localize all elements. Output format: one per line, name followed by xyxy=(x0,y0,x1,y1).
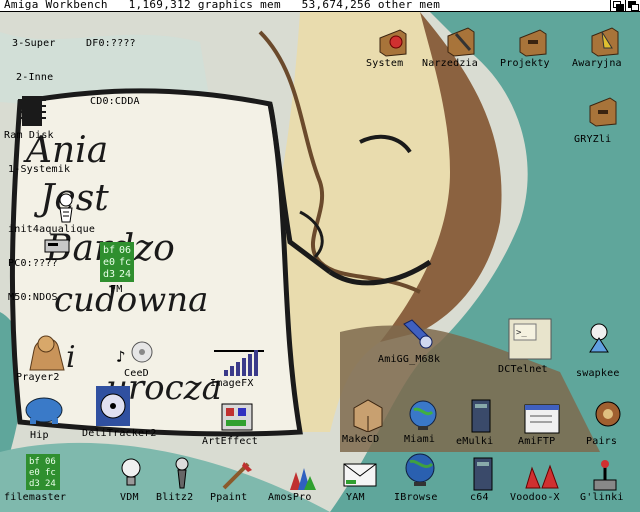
svg-text:♪: ♪ xyxy=(116,347,126,366)
icon-label-dctelnet[interactable]: DCTelnet xyxy=(498,364,548,375)
icon-label-swapkee[interactable]: swapkee xyxy=(576,368,620,379)
makecd-box-icon[interactable] xyxy=(352,398,384,432)
awaryjna-drawer-icon[interactable] xyxy=(590,26,620,58)
filemaster-hex-3: e0 xyxy=(29,468,40,478)
title-bar-text: Amiga Workbench 1,169,312 graphics mem 5… xyxy=(4,0,441,11)
amospro-icon[interactable] xyxy=(286,464,316,492)
icon-label-ceed[interactable]: CeeD xyxy=(124,368,149,379)
icon-label-system[interactable]: System xyxy=(366,58,403,69)
icon-label-m50[interactable]: M50:NDOS xyxy=(8,292,58,303)
icon-label-3-super[interactable]: 3-Super xyxy=(12,38,56,49)
vdm-bulb-icon[interactable] xyxy=(120,458,142,488)
init-script-icon[interactable] xyxy=(54,192,78,224)
ibrowse-globe-icon[interactable] xyxy=(404,452,436,488)
icon-label-c64[interactable]: c64 xyxy=(470,492,489,503)
fm-hex-6: 24 xyxy=(119,269,131,280)
icon-label-pairs[interactable]: Pairs xyxy=(586,436,617,447)
emulki-tower-icon[interactable] xyxy=(468,398,496,434)
icon-label-2-inne[interactable]: 2-Inne xyxy=(16,72,53,83)
miami-globe-icon[interactable] xyxy=(406,398,440,432)
sketch-word-4: cudowna xyxy=(54,280,209,320)
prayer-sphinx-icon[interactable] xyxy=(24,330,68,372)
swapkee-icon[interactable] xyxy=(584,322,614,356)
icon-label-gryzli[interactable]: GRYZli xyxy=(574,134,611,145)
fm-hex-5: d3 xyxy=(103,269,115,280)
fm-hex-2: 06 xyxy=(119,245,131,256)
filemaster-hex-1: bf xyxy=(29,457,40,467)
arteffect-icon[interactable] xyxy=(220,398,256,434)
icon-label-emulki[interactable]: eMulki xyxy=(456,436,493,447)
amigg-icon[interactable] xyxy=(400,316,436,350)
icon-label-narzedzia[interactable]: Narzedzia xyxy=(422,58,478,69)
icon-label-prayer2[interactable]: Prayer2 xyxy=(16,372,60,383)
icon-label-voodoo-x[interactable]: Voodoo-X xyxy=(510,492,560,503)
pc0-drive-icon[interactable] xyxy=(44,238,70,254)
icon-label-imagefx[interactable]: ImageFX xyxy=(210,378,254,389)
fm-hex-icon[interactable]: bf 06 e0 fc d3 24 xyxy=(100,242,134,282)
icon-label-makecd[interactable]: MakeCD xyxy=(342,434,379,445)
svg-text:>_: >_ xyxy=(516,328,527,338)
filemaster-hex-4: fc xyxy=(45,468,56,478)
icon-label-delitracker2[interactable]: DeliTracker2 xyxy=(82,428,157,439)
icon-label-amigg[interactable]: AmiGG_M68k xyxy=(378,354,440,365)
workbench-title-bar[interactable]: Amiga Workbench 1,169,312 graphics mem 5… xyxy=(0,0,640,12)
gryzli-drawer-icon[interactable] xyxy=(588,96,618,128)
hip-hippo-icon[interactable] xyxy=(24,392,64,424)
workbench-desktop[interactable]: Ania Jest Bardzo cudowna i urocza 3-Supe… xyxy=(0,12,640,512)
filemaster-hex-icon[interactable]: bf 06 e0 fc d3 24 xyxy=(26,454,60,490)
icon-label-blitz2[interactable]: Blitz2 xyxy=(156,492,193,503)
dctelnet-terminal-icon[interactable]: >_ xyxy=(508,318,552,360)
fm-hex-1: bf xyxy=(103,245,115,256)
icon-label-glinki[interactable]: G'linki xyxy=(580,492,624,503)
system-drawer-icon[interactable] xyxy=(378,28,408,58)
c64-tower-icon[interactable] xyxy=(470,456,498,492)
icon-label-miami[interactable]: Miami xyxy=(404,434,435,445)
icon-label-arteffect[interactable]: ArtEffect xyxy=(202,436,258,447)
fm-hex-4: fc xyxy=(119,257,131,268)
icon-label-df0[interactable]: DF0:???? xyxy=(86,38,136,49)
depth-front-button[interactable] xyxy=(625,0,640,11)
icon-label-awaryjna[interactable]: Awaryjna xyxy=(572,58,622,69)
icon-label-yam[interactable]: YAM xyxy=(346,492,365,503)
pairs-icon[interactable] xyxy=(592,398,624,432)
icon-label-pc0[interactable]: PC0:???? xyxy=(8,258,58,269)
filemaster-hex-6: 24 xyxy=(45,479,56,489)
icon-label-init4aqualique[interactable]: init4aqualique xyxy=(8,224,95,235)
depth-back-button[interactable] xyxy=(610,0,625,11)
icon-label-filemaster[interactable]: filemaster xyxy=(4,492,66,503)
icon-label-hip[interactable]: Hip xyxy=(30,430,49,441)
amiftp-window-icon[interactable] xyxy=(524,404,560,434)
delitracker-icon[interactable] xyxy=(96,386,130,426)
yam-envelope-icon[interactable] xyxy=(342,460,378,488)
projekty-drawer-icon[interactable] xyxy=(518,28,548,58)
voodoo-x-icon[interactable] xyxy=(522,462,562,490)
ppaint-brush-icon[interactable] xyxy=(220,460,254,492)
icon-label-fm[interactable]: FM xyxy=(110,284,122,295)
fm-hex-3: e0 xyxy=(103,257,115,268)
icon-label-cd0[interactable]: CD0:CDDA xyxy=(90,96,140,107)
glinki-joystick-icon[interactable] xyxy=(590,458,620,492)
icon-label-vdm[interactable]: VDM xyxy=(120,492,139,503)
filemaster-hex-2: 06 xyxy=(45,457,56,467)
narzedzia-drawer-icon[interactable] xyxy=(446,26,476,58)
icon-label-amiftp[interactable]: AmiFTP xyxy=(518,436,555,447)
ceed-cd-icon[interactable]: ♪ xyxy=(116,340,156,370)
imagefx-bars-icon[interactable] xyxy=(214,346,264,378)
filemaster-hex-5: d3 xyxy=(29,479,40,489)
icon-label-ram-disk[interactable]: Ram Disk xyxy=(4,130,54,141)
icon-label-1-systemik[interactable]: 1-Systemik xyxy=(8,164,70,175)
ram-disk-chip-icon[interactable] xyxy=(18,92,46,130)
icon-label-ppaint[interactable]: Ppaint xyxy=(210,492,247,503)
blitz2-icon[interactable] xyxy=(170,456,194,490)
icon-label-projekty[interactable]: Projekty xyxy=(500,58,550,69)
icon-label-ibrowse[interactable]: IBrowse xyxy=(394,492,438,503)
icon-label-amospro[interactable]: AmosPro xyxy=(268,492,312,503)
